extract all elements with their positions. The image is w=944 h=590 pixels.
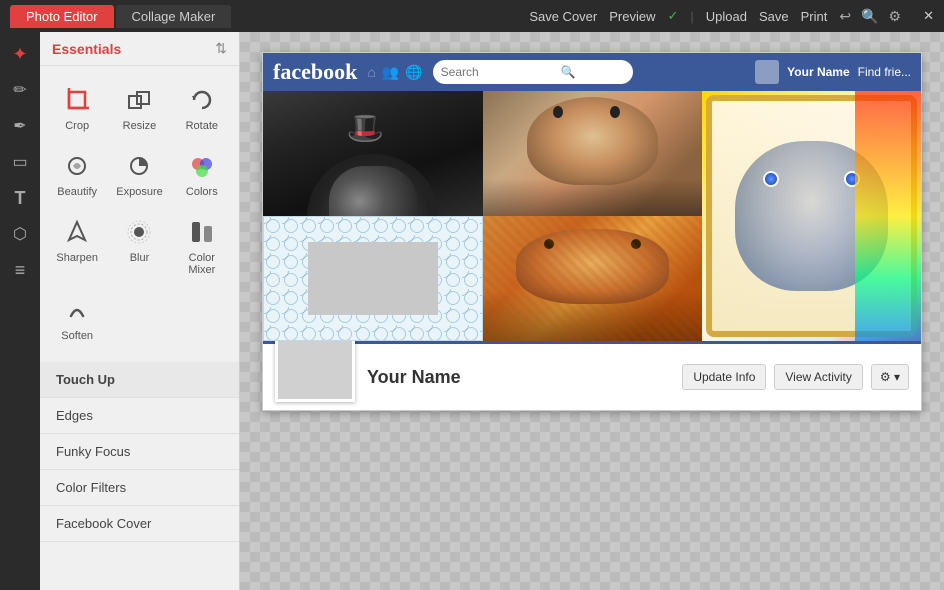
fb-search[interactable]: 🔍 [433,60,633,84]
title-bar-tabs: Photo Editor Collage Maker [10,5,231,28]
canvas-area: facebook ⌂ 👥 🌐 🔍 Your Name Find frie... [240,32,944,590]
essentials-label: Essentials [52,41,121,57]
tool-blur[interactable]: Blur [110,208,168,282]
colors-label: Colors [186,186,218,198]
rotate-label: Rotate [186,120,218,132]
fb-header-name: Your Name [787,65,849,79]
main-layout: ✦ ✏ ✒ ▭ T ⬡ ≡ Essentials ⇅ Crop [0,32,944,590]
update-info-button[interactable]: Update Info [682,364,766,390]
sharpen-icon [59,214,95,250]
fb-search-input[interactable] [441,65,561,79]
save-button[interactable]: Save [759,9,789,24]
close-button[interactable]: ✕ [923,8,934,24]
tab-collage-maker[interactable]: Collage Maker [116,5,232,28]
tool-color-mixer[interactable]: Color Mixer [173,208,231,282]
divider: | [690,9,693,24]
side-panel: Essentials ⇅ Crop Resize [40,32,240,590]
tool-brush[interactable]: ✏ [6,76,34,104]
exposure-label: Exposure [116,186,162,198]
fb-find-friends: Find frie... [858,65,911,79]
fb-username: Your Name [367,367,461,388]
upload-button[interactable]: Upload [706,9,747,24]
cover-pattern-overlay [263,216,483,341]
tool-exposure[interactable]: Exposure [110,142,168,204]
fb-icon-home: ⌂ [367,64,375,81]
tab-photo-editor[interactable]: Photo Editor [10,5,114,28]
nav-facebook-cover[interactable]: Facebook Cover [40,506,239,542]
nav-touch-up[interactable]: Touch Up [40,362,239,398]
tool-resize[interactable]: Resize [110,76,168,138]
tool-selection[interactable]: ✦ [6,40,34,68]
cover-photo-4 [483,216,702,341]
colors-icon [184,148,220,184]
nav-edges[interactable]: Edges [40,398,239,434]
title-bar-actions: Save Cover Preview ✓ | Upload Save Print… [529,8,934,25]
side-panel-header: Essentials ⇅ [40,32,239,66]
beautify-label: Beautify [57,186,97,198]
resize-label: Resize [123,120,157,132]
fb-header: facebook ⌂ 👥 🌐 🔍 Your Name Find frie... [263,53,921,91]
nav-funky-focus[interactable]: Funky Focus [40,434,239,470]
nav-color-filters[interactable]: Color Filters [40,470,239,506]
resize-icon [121,82,157,118]
tool-sharpen[interactable]: Sharpen [48,208,106,282]
fb-icon-users: 👥 [382,64,399,81]
tool-beautify[interactable]: Beautify [48,142,106,204]
fb-profile-area: Your Name Update Info View Activity ⚙ ▾ [263,341,921,410]
facebook-preview: facebook ⌂ 👥 🌐 🔍 Your Name Find frie... [262,52,922,411]
fb-profile-left: Your Name [275,352,461,402]
filter-icon[interactable]: ⇅ [215,40,227,57]
fb-header-right: Your Name Find frie... [755,60,911,84]
cover-photo-3 [702,91,921,341]
crop-label: Crop [65,120,89,132]
view-activity-button[interactable]: View Activity [774,364,862,390]
gear-icon: ⚙ [880,370,891,384]
blur-icon [121,214,157,250]
cover-photo-2 [483,91,702,216]
blur-label: Blur [130,252,150,264]
tool-grid: Crop Resize Rotate Beautif [40,66,239,358]
tool-text[interactable]: T [6,184,34,212]
tool-pen[interactable]: ✒ [6,112,34,140]
soften-label: Soften [61,330,93,342]
title-bar: Photo Editor Collage Maker Save Cover Pr… [0,0,944,32]
gear-button[interactable]: ⚙ ▾ [871,364,909,390]
fb-logo: facebook [273,59,357,85]
fb-icon-globe: 🌐 [405,64,422,81]
color-mixer-icon [184,214,220,250]
fb-search-icon: 🔍 [561,65,576,79]
soften-icon [59,292,95,328]
tool-crop[interactable]: Crop [48,76,106,138]
crop-icon [59,82,95,118]
tool-rotate[interactable]: Rotate [173,76,231,138]
fb-cover: 🎩 [263,91,921,341]
icon-toolbar: ✦ ✏ ✒ ▭ T ⬡ ≡ [0,32,40,590]
preview-check-icon: ✓ [667,8,678,24]
search-icon[interactable]: 🔍 [861,8,878,25]
dropdown-icon: ▾ [894,370,900,384]
fb-avatar [755,60,779,84]
fb-profile-actions: Update Info View Activity ⚙ ▾ [682,364,909,390]
nav-items: Touch Up Edges Funky Focus Color Filters… [40,362,239,542]
title-bar-icons: ↩ 🔍 ⚙ [839,8,901,25]
preview-button[interactable]: Preview [609,9,655,24]
tool-colors[interactable]: Colors [173,142,231,204]
beautify-icon [59,148,95,184]
sharpen-label: Sharpen [56,252,98,264]
fb-header-icons: ⌂ 👥 🌐 [367,64,422,81]
color-mixer-label: Color Mixer [177,252,227,276]
save-cover-button[interactable]: Save Cover [529,9,597,24]
undo-icon[interactable]: ↩ [839,8,851,25]
tool-object[interactable]: ⬡ [6,220,34,248]
empty-photo-placeholder [308,242,439,316]
rotate-icon [184,82,220,118]
tool-soften[interactable]: Soften [48,286,106,348]
tool-shape[interactable]: ▭ [6,148,34,176]
exposure-icon [121,148,157,184]
tool-layers[interactable]: ≡ [6,256,34,284]
settings-icon[interactable]: ⚙ [889,8,902,25]
print-button[interactable]: Print [801,9,828,24]
